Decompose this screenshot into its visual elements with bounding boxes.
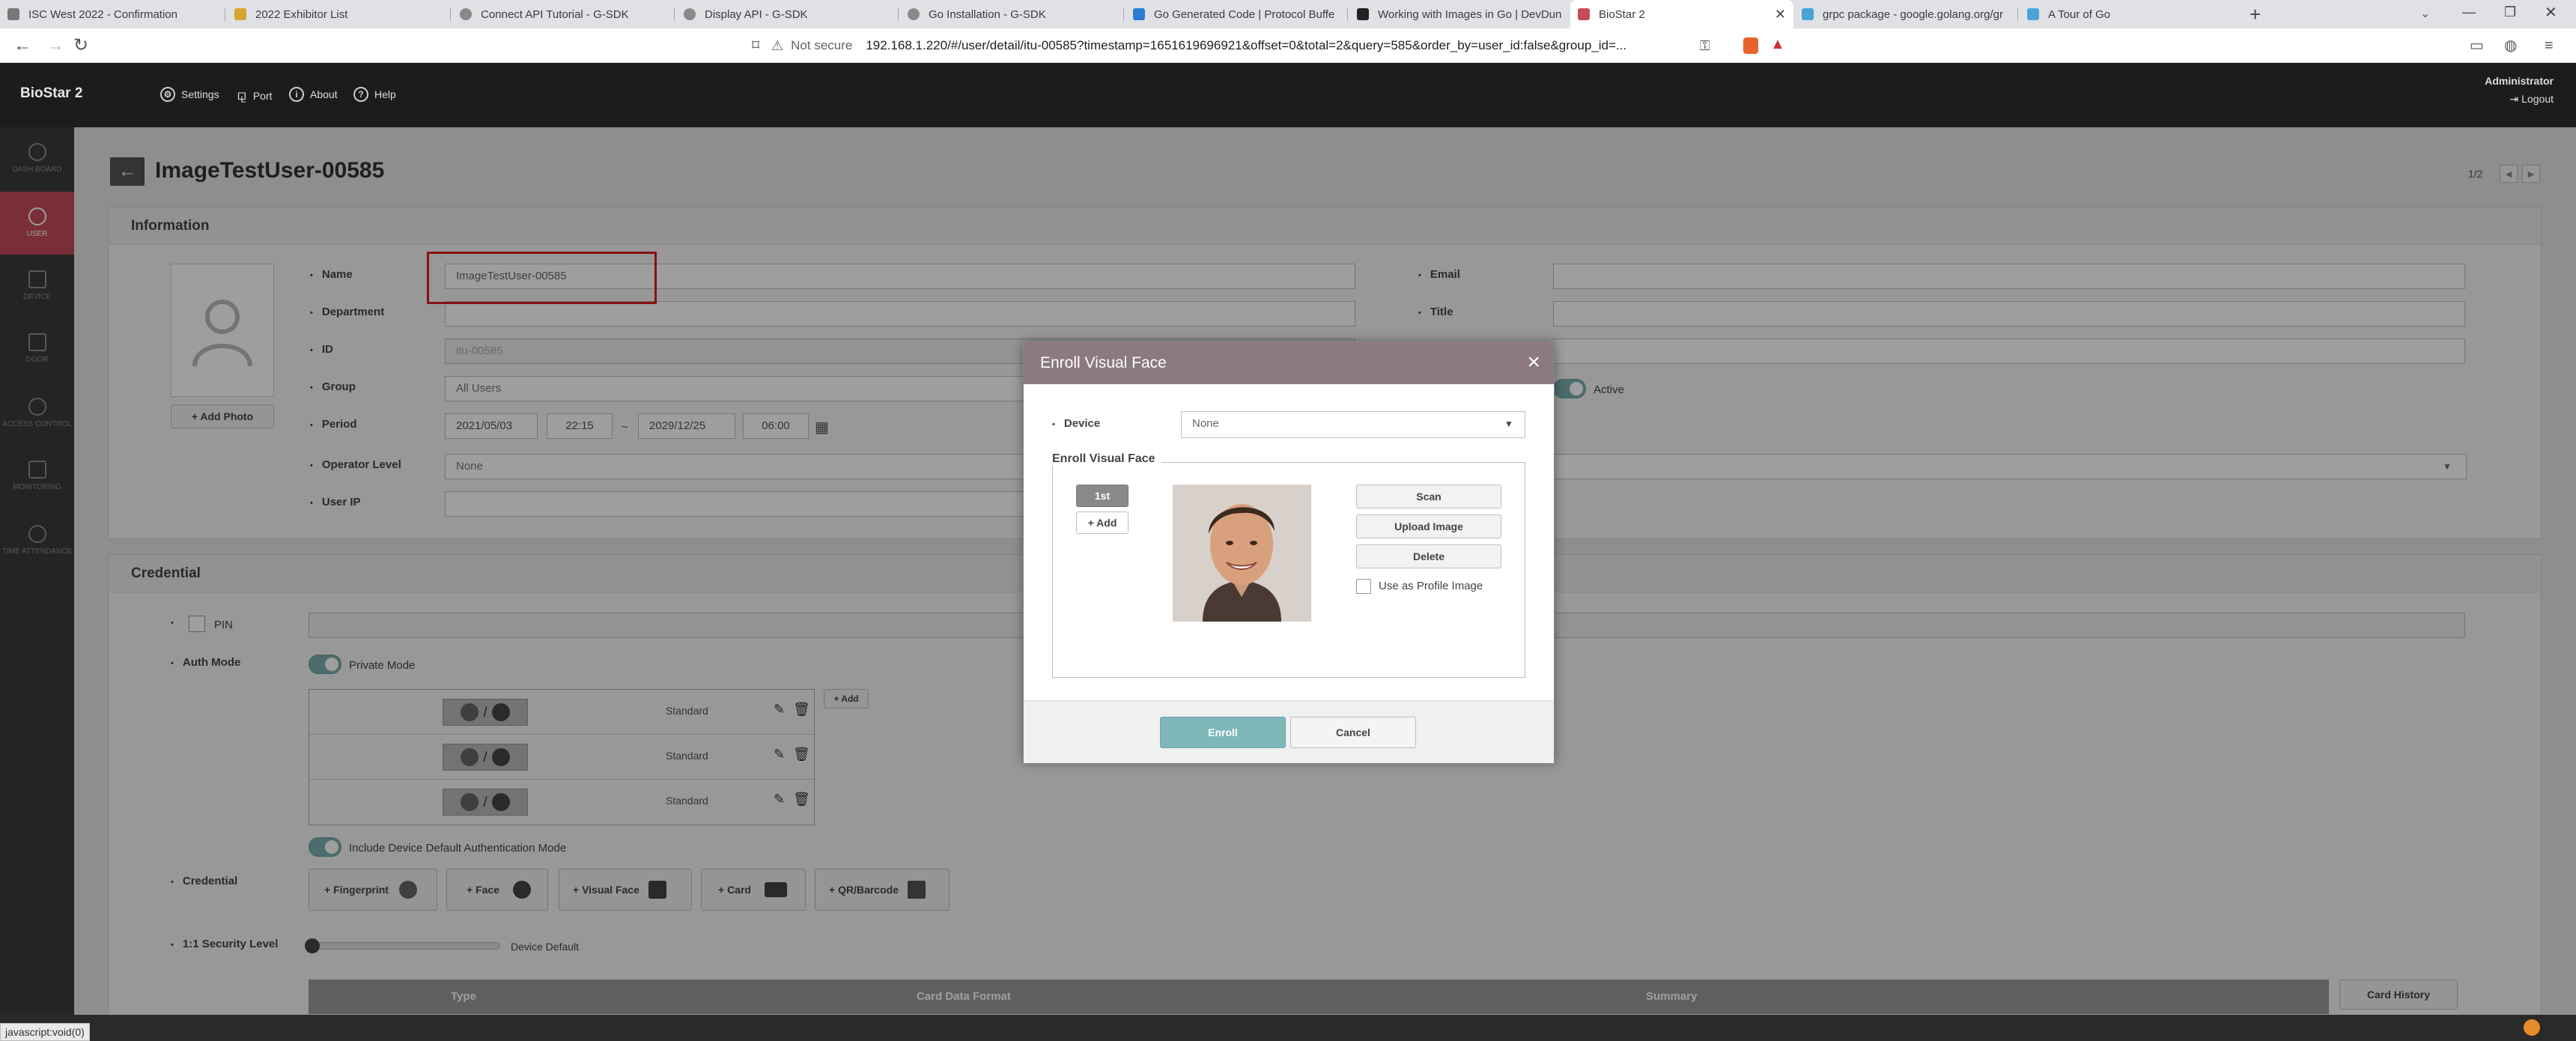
- chevron-down-icon: ▼: [1504, 419, 1513, 429]
- upload-image-button[interactable]: Upload Image: [1356, 515, 1501, 538]
- device-select[interactable]: None: [1181, 411, 1525, 438]
- rewards-icon[interactable]: ▲: [1770, 36, 1785, 53]
- info-icon: i: [289, 87, 304, 102]
- browser-tab[interactable]: 2022 Exhibitor List: [227, 0, 450, 28]
- site-icon: [1802, 8, 1814, 20]
- app-header: BioStar 2 ⚙ Settings ⚼ Port i About ? Help A…: [0, 63, 2576, 127]
- site-icon: [460, 8, 472, 20]
- user-area: Administrator ⇥ Logout: [2485, 75, 2554, 106]
- url-bar[interactable]: ⚠ Not secure 192.168.1.220/#/user/detail…: [771, 33, 1707, 58]
- new-tab-button[interactable]: +: [2250, 3, 2261, 26]
- help-icon: ?: [353, 87, 368, 102]
- bookmark-icon[interactable]: ⌑: [752, 34, 759, 57]
- back-icon[interactable]: ←: [13, 34, 31, 57]
- profile-image-label: Use as Profile Image: [1379, 580, 1483, 592]
- tab-title: A Tour of Go: [2048, 7, 2111, 21]
- settings-label: Settings: [181, 88, 219, 100]
- close-window-icon[interactable]: ✕: [2545, 3, 2557, 22]
- dialog-title: Enroll Visual Face: [1024, 342, 1554, 384]
- site-icon: [684, 8, 696, 20]
- tab-title: Go Installation - G-SDK: [929, 7, 1046, 21]
- section-title: Enroll Visual Face: [1046, 452, 1161, 466]
- tab-title: Working with Images in Go | DevDun: [1378, 7, 1562, 21]
- browser-tab[interactable]: Go Generated Code | Protocol Buffe: [1126, 0, 1347, 28]
- logout-icon: ⇥: [2509, 93, 2522, 105]
- browser-tab[interactable]: Working with Images in Go | DevDun: [1349, 0, 1571, 28]
- forward-icon[interactable]: →: [46, 34, 64, 57]
- logout-link[interactable]: ⇥ Logout: [2485, 93, 2554, 106]
- port-label: Port: [252, 89, 273, 102]
- browser-tab[interactable]: ISC West 2022 - Confirmation: [0, 0, 225, 28]
- tab-title: Connect API Tutorial - G-SDK: [481, 7, 629, 21]
- browser-tab-active[interactable]: BioStar 2 ✕: [1570, 0, 1793, 28]
- taskbar: [0, 1015, 2576, 1041]
- port-menu[interactable]: ⚼ Port: [237, 87, 273, 104]
- settings-menu[interactable]: ⚙ Settings: [160, 87, 219, 102]
- about-menu[interactable]: i About: [289, 87, 338, 102]
- reload-icon[interactable]: ↻: [73, 34, 88, 57]
- browser-tab[interactable]: Display API - G-SDK: [676, 0, 898, 28]
- site-icon: [234, 8, 246, 20]
- key-icon[interactable]: ⚿: [1700, 34, 1710, 57]
- site-icon: [908, 8, 920, 20]
- url-text: 192.168.1.220/#/user/detail/itu-00585?ti…: [866, 38, 1627, 52]
- warning-icon: ⚠: [771, 37, 784, 53]
- site-icon: [1357, 8, 1369, 20]
- gear-icon: ⚙: [160, 87, 175, 102]
- site-icon: [2027, 8, 2039, 20]
- menu-icon[interactable]: ≡: [2545, 34, 2554, 57]
- biostar-icon: [1578, 8, 1590, 20]
- delete-button[interactable]: Delete: [1356, 544, 1501, 568]
- tab-divider: [1123, 7, 1124, 21]
- browser-tab-strip: ISC West 2022 - Confirmation 2022 Exhibi…: [0, 0, 2576, 28]
- slot-1st-button[interactable]: 1st: [1076, 485, 1128, 507]
- restore-icon[interactable]: ❐: [2504, 4, 2516, 20]
- tab-divider: [2017, 7, 2018, 21]
- browser-tab[interactable]: Go Installation - G-SDK: [900, 0, 1123, 28]
- help-menu[interactable]: ? Help: [353, 87, 396, 102]
- browser-tab[interactable]: grpc package - google.golang.org/gr: [1794, 0, 2017, 28]
- browser-tab[interactable]: Connect API Tutorial - G-SDK: [452, 0, 674, 28]
- app-logo: BioStar 2: [20, 85, 83, 101]
- about-label: About: [310, 88, 338, 100]
- tab-title: BioStar 2: [1599, 7, 1645, 21]
- profile-image-checkbox[interactable]: [1356, 579, 1371, 594]
- tab-search-icon[interactable]: ⌄: [2420, 6, 2430, 21]
- tab-title: ISC West 2022 - Confirmation: [28, 7, 177, 21]
- username: Administrator: [2485, 75, 2554, 87]
- site-icon: [1133, 8, 1145, 20]
- enroll-button[interactable]: Enroll: [1160, 717, 1286, 748]
- not-secure-label: Not secure: [791, 38, 853, 52]
- add-slot-button[interactable]: + Add: [1076, 512, 1128, 534]
- dialog-footer: [1024, 700, 1554, 763]
- face-photo-icon: [1173, 485, 1311, 622]
- address-bar-row: ← → ↻ ⌑ ⚠ Not secure 192.168.1.220/#/use…: [0, 28, 2576, 63]
- tab-title: Go Generated Code | Protocol Buffe: [1154, 7, 1335, 21]
- tab-title: Display API - G-SDK: [705, 7, 808, 21]
- face-image: [1173, 485, 1311, 622]
- device-label: Device: [1052, 417, 1100, 430]
- cancel-button[interactable]: Cancel: [1290, 717, 1416, 748]
- tab-title: grpc package - google.golang.org/gr: [1823, 7, 2003, 21]
- scan-button[interactable]: Scan: [1356, 485, 1501, 509]
- close-tab-icon[interactable]: ✕: [1775, 7, 1786, 22]
- site-icon: [7, 8, 19, 20]
- tab-divider: [450, 7, 451, 21]
- status-url: javascript:void(0): [0, 1023, 90, 1041]
- help-label: Help: [374, 88, 396, 100]
- logout-label: Logout: [2521, 93, 2554, 105]
- tray-icon[interactable]: [2524, 1019, 2540, 1036]
- wallet-icon[interactable]: ▭: [2470, 34, 2484, 57]
- enroll-visual-face-dialog: Enroll Visual Face × Device None ▼ Enrol…: [1023, 342, 1555, 763]
- browser-tab[interactable]: A Tour of Go: [2020, 0, 2241, 28]
- close-icon[interactable]: ×: [1527, 350, 1540, 375]
- minimize-icon[interactable]: —: [2462, 4, 2476, 20]
- tab-divider: [898, 7, 899, 21]
- tab-divider: [1347, 7, 1348, 21]
- tab-title: 2022 Exhibitor List: [255, 7, 348, 21]
- tab-divider: [674, 7, 675, 21]
- profile-icon[interactable]: ◍: [2504, 34, 2517, 57]
- brave-shield-icon[interactable]: [1743, 37, 1758, 54]
- network-icon: ⚼: [237, 87, 247, 103]
